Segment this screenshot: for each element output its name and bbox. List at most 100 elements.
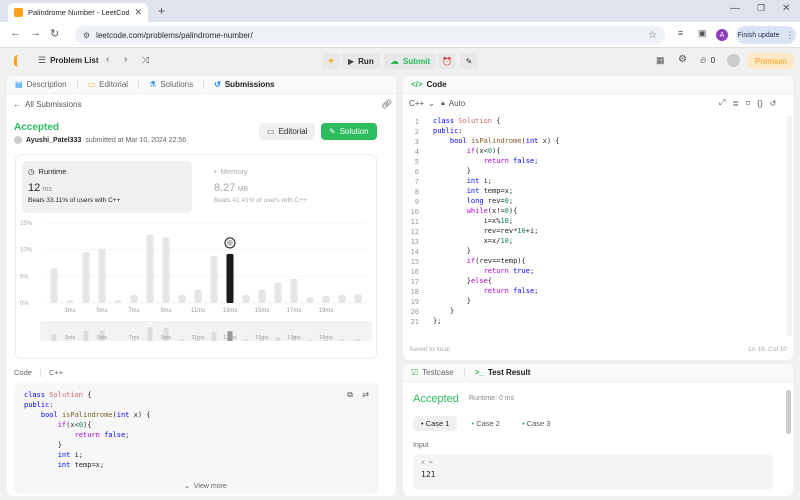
settings-gear-icon[interactable]: ⚙ <box>678 54 687 65</box>
browser-tab[interactable]: Palindrome Number - LeetCode ✕ <box>8 3 148 22</box>
solution-button[interactable]: ✎ Solution <box>321 123 377 140</box>
chart-bar[interactable] <box>290 279 298 303</box>
code-line: x=x/10; <box>433 237 514 245</box>
maximize-icon[interactable]: ❐ <box>757 3 765 14</box>
chart-bar[interactable] <box>66 300 74 303</box>
overview-tick-label: 19ms <box>319 335 333 341</box>
submitter-name[interactable]: Ayushi_Patel333 <box>26 137 81 144</box>
chart-bar[interactable] <box>354 294 362 303</box>
premium-button[interactable]: Premium <box>748 53 794 69</box>
language-selector[interactable]: C++ ⌄ <box>409 99 435 108</box>
auto-mode[interactable]: 🔒︎ Auto <box>441 99 465 108</box>
format-icon[interactable]: ≣ <box>732 99 739 108</box>
x-tick-label: 9ms <box>160 308 171 314</box>
user-avatar[interactable] <box>727 54 740 67</box>
problem-list-button[interactable]: ☰ Problem List <box>38 55 99 66</box>
close-window-icon[interactable]: ✕ <box>782 3 790 14</box>
run-label: Run <box>358 56 374 66</box>
reload-icon[interactable]: ↻ <box>50 27 59 40</box>
chart-bar[interactable] <box>50 268 58 303</box>
view-more-label: View more <box>193 482 227 490</box>
view-more-button[interactable]: ⌄ View more <box>184 482 227 491</box>
code-line: class Solution { <box>24 391 92 399</box>
expand-icon[interactable]: ⇄ <box>362 390 369 399</box>
chart-bar[interactable] <box>210 256 218 303</box>
leetcode-logo-icon[interactable] <box>14 55 24 67</box>
chart-bar[interactable] <box>146 234 154 303</box>
x-tick-label: 19ms <box>319 308 334 314</box>
tab-test-result[interactable]: >_ Test Result <box>475 368 531 377</box>
streak-counter[interactable]: 🔥︎ 0 <box>700 55 715 66</box>
vertical-resize-handle[interactable] <box>397 76 402 496</box>
tab-testcase[interactable]: ☑ Testcase <box>411 368 454 377</box>
new-tab-icon[interactable]: + <box>158 4 165 18</box>
editorial-button[interactable]: ▭ Editorial <box>259 123 316 140</box>
overview-bar <box>83 330 89 341</box>
case-3-tab[interactable]: • Case 3 <box>514 416 559 431</box>
chart-bar[interactable] <box>322 296 330 303</box>
debug-button[interactable]: ✦ <box>322 53 340 69</box>
minimize-icon[interactable]: — <box>730 3 740 14</box>
prev-problem-icon[interactable]: ‹ <box>106 54 109 65</box>
tab-submissions-label: Submissions <box>224 80 275 89</box>
tab-solutions[interactable]: ⚗ Solutions <box>149 80 193 89</box>
case-1-tab[interactable]: • Case 1 <box>413 416 458 431</box>
back-icon[interactable]: ← <box>10 27 21 39</box>
shuffle-icon[interactable]: ⤨ <box>142 55 149 66</box>
runtime-label: Runtime <box>38 167 67 176</box>
tab-editorial[interactable]: ▭ Editorial <box>88 80 128 89</box>
chart-bar[interactable] <box>98 248 106 303</box>
profile-avatar[interactable]: A <box>716 29 728 41</box>
overview-bar <box>275 336 281 341</box>
bookmark-star-icon[interactable]: ☆ <box>648 30 657 41</box>
sidebar-icon[interactable]: ▣ <box>698 28 707 39</box>
url-field[interactable]: ⚙ leetcode.com/problems/palindrome-numbe… <box>75 26 665 44</box>
close-tab-icon[interactable]: ✕ <box>134 7 142 18</box>
code-line: bool isPalindrome(int x) { <box>449 137 560 145</box>
timer-button[interactable]: ⏰ <box>438 53 456 69</box>
layout-icon[interactable]: ▦ <box>656 55 665 66</box>
y-tick-label: 0% <box>20 301 29 307</box>
chart-bar[interactable] <box>242 295 250 303</box>
editor-code-lines[interactable]: class Solution {public: bool isPalindrom… <box>429 116 559 340</box>
case-2-tab[interactable]: • Case 2 <box>463 416 508 431</box>
chart-bar[interactable] <box>114 300 122 303</box>
language-tab-label[interactable]: C++ <box>49 368 63 377</box>
submit-button[interactable]: ☁ Submit <box>384 53 437 69</box>
reset-icon[interactable]: ↺ <box>770 99 777 108</box>
editor-body[interactable]: 1 2 3 4 5 6 7 8 9 10 11 12 13 14 15 16 17 18 19 20 21 class … <box>403 116 789 340</box>
next-problem-icon[interactable]: › <box>124 54 127 65</box>
memory-stat[interactable]: ▪ Memory 8.27 MB Beats 41.41% of users w… <box>208 161 368 213</box>
chart-bar[interactable] <box>130 295 138 303</box>
share-link-icon[interactable]: 🔗︎ <box>381 99 392 110</box>
bookmark-icon[interactable]: ⌑ <box>746 99 750 108</box>
play-icon: ▶ <box>348 56 355 66</box>
chart-bar[interactable] <box>338 295 346 303</box>
tab-description[interactable]: ▤ Description <box>15 80 67 89</box>
result-scrollbar[interactable] <box>786 390 791 434</box>
chart-bar[interactable] <box>162 237 170 303</box>
chart-bar[interactable] <box>82 252 90 303</box>
runtime-distribution-chart[interactable]: 15% 10% 5% 0% 3ms 5ms 7ms 9ms 11ms 13ms 15ms 17ms 19… <box>16 217 376 357</box>
code-tab-label[interactable]: Code <box>14 368 32 377</box>
chart-bar[interactable] <box>178 295 186 303</box>
braces-icon[interactable]: {} <box>757 99 762 108</box>
chart-bar[interactable] <box>194 289 202 303</box>
chart-bar[interactable] <box>306 297 314 303</box>
tab-submissions[interactable]: ↺ Submissions <box>214 80 275 89</box>
fullscreen-icon[interactable]: ⤢ <box>719 98 725 108</box>
site-info-icon[interactable]: ⚙ <box>83 31 90 40</box>
line-number: 13 <box>410 238 419 246</box>
forward-icon[interactable]: → <box>30 27 41 39</box>
media-icon[interactable]: ≡ <box>678 28 683 38</box>
finish-update-button[interactable]: Finish update ⋮ <box>736 26 796 44</box>
runtime-stat[interactable]: ◷ Runtime 12 ms Beats 33.11% of users wi… <box>22 161 192 213</box>
chart-bar[interactable] <box>274 282 282 303</box>
notes-button[interactable]: ✎ <box>460 53 478 69</box>
run-button[interactable]: ▶ Run <box>342 53 380 69</box>
chart-bar[interactable] <box>258 289 266 303</box>
chart-bar[interactable] <box>226 253 234 303</box>
all-submissions-link[interactable]: ← All Submissions <box>13 100 81 109</box>
copy-icon[interactable]: ⧉ <box>347 390 353 400</box>
editor-scrollbar[interactable] <box>787 116 792 336</box>
